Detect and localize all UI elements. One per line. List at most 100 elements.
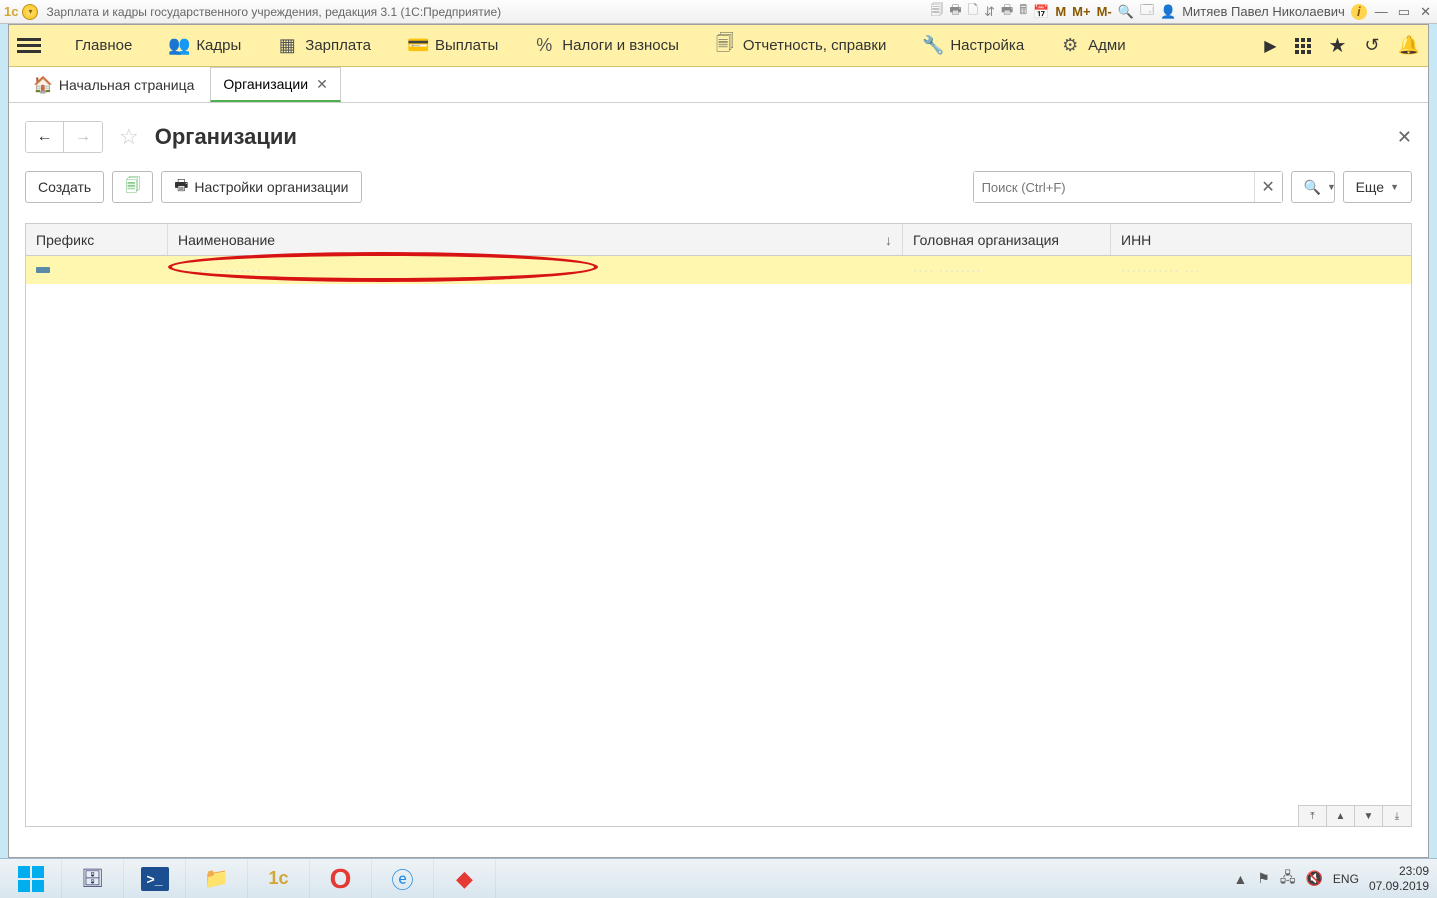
calendar-icon[interactable]: 📅 — [1033, 4, 1049, 20]
page-close-icon[interactable]: ✕ — [1397, 127, 1412, 148]
folder-icon: 📁 — [204, 866, 229, 891]
compare-icon[interactable]: ⇵ — [984, 4, 995, 20]
col-inn[interactable]: ИНН — [1111, 224, 1411, 255]
home-icon: 🏠 — [33, 75, 53, 95]
sort-indicator-icon: ↓ — [885, 232, 892, 248]
nav-taxes-label: Налоги и взносы — [562, 37, 679, 54]
col-head-org[interactable]: Головная организация — [903, 224, 1111, 255]
tray-time: 23:09 — [1369, 864, 1429, 878]
col-prefix[interactable]: Префикс — [26, 224, 168, 255]
back-button[interactable]: ← — [26, 122, 64, 152]
col-name-label: Наименование — [178, 232, 275, 248]
hamburger-menu-icon[interactable] — [17, 34, 41, 58]
tray-chevron-icon[interactable]: ▲ — [1233, 871, 1247, 887]
user-icon: 👤 — [1160, 4, 1176, 20]
people-icon: 👥 — [168, 35, 188, 56]
advanced-search-button[interactable]: 🔍 ▼ — [1291, 171, 1335, 203]
clipboard-icon[interactable]: 🗔 — [1140, 1, 1154, 23]
forward-button[interactable]: → — [64, 122, 102, 152]
windows-logo-icon — [18, 866, 44, 892]
search-clear-icon[interactable]: ✕ — [1254, 172, 1282, 202]
create-button[interactable]: Создать — [25, 171, 104, 203]
taskbar-explorer[interactable]: 📁 — [186, 859, 248, 898]
tray-sound-icon[interactable]: 🔇 — [1305, 870, 1322, 887]
memory-m-button[interactable]: M — [1055, 4, 1066, 19]
more-label: Еще — [1356, 179, 1385, 195]
tab-close-icon[interactable]: ✕ — [316, 76, 328, 93]
window-titlebar: 1c ▾ Зарплата и кадры государственного у… — [0, 0, 1437, 24]
print-icon[interactable]: 🖶 — [949, 1, 961, 23]
table-row[interactable]: ··· ·· ········· ···· ········ ·········… — [26, 256, 1411, 284]
tray-network-icon[interactable]: 🖧 — [1280, 867, 1296, 891]
taskbar-opera[interactable]: O — [310, 859, 372, 898]
app-frame: Главное 👥 Кадры ▦Зарплата 💳Выплаты % Налог… — [8, 24, 1429, 858]
tray-date: 07.09.2019 — [1369, 879, 1429, 893]
percent-icon: % — [534, 35, 554, 56]
close-window-button[interactable]: ✕ — [1418, 4, 1433, 20]
taskbar-ruby[interactable]: ◆ — [434, 859, 496, 898]
nav-admin-label: Адми — [1088, 37, 1125, 54]
chevron-down-icon: ▼ — [1390, 182, 1399, 192]
page-favorite-icon[interactable]: ☆ — [119, 124, 139, 150]
org-row-icon — [36, 267, 50, 273]
col-name[interactable]: Наименование ↓ — [168, 224, 903, 255]
memory-mplus-button[interactable]: M+ — [1072, 4, 1090, 19]
tray-flag-icon[interactable]: ⚑ — [1257, 870, 1270, 887]
scroll-top-button[interactable]: ⤒ — [1299, 806, 1327, 826]
search-field: ✕ — [973, 171, 1283, 203]
calculator-icon[interactable]: 🖩 — [1019, 1, 1027, 23]
minimize-button[interactable]: — — [1373, 4, 1390, 19]
tray-language[interactable]: ENG — [1333, 872, 1359, 886]
current-user[interactable]: Митяев Павел Николаевич — [1182, 4, 1345, 19]
nav-settings[interactable]: 🔧Настройка — [904, 25, 1042, 66]
maximize-button[interactable]: ▭ — [1396, 4, 1412, 20]
nav-settings-label: Настройка — [950, 37, 1024, 54]
more-button[interactable]: Еще ▼ — [1343, 171, 1412, 203]
taskbar-powershell[interactable]: >_ — [124, 859, 186, 898]
tray-clock[interactable]: 23:09 07.09.2019 — [1369, 864, 1429, 893]
app-1c-icon: 1c — [268, 868, 288, 889]
diamond-icon: ◆ — [456, 866, 473, 892]
nav-salary[interactable]: ▦Зарплата — [259, 25, 389, 66]
org-settings-button[interactable]: 🖶Настройки организации — [161, 171, 361, 203]
print-preview-icon[interactable]: 🗐 — [930, 1, 943, 23]
info-icon[interactable]: i — [1351, 4, 1367, 20]
nav-hr-label: Кадры — [196, 37, 241, 54]
apps-grid-icon[interactable] — [1295, 38, 1311, 54]
scroll-up-button[interactable]: ▲ — [1327, 806, 1355, 826]
nav-hr[interactable]: 👥 Кадры — [150, 25, 259, 66]
favorite-star-icon[interactable]: ★ — [1329, 33, 1347, 58]
windows-taskbar: 🗄 >_ 📁 1c O ⓔ ◆ ▲ ⚑ 🖧 🔇 ENG 23:09 07.09.… — [0, 858, 1437, 898]
taskbar-ie[interactable]: ⓔ — [372, 859, 434, 898]
scroll-down-button[interactable]: ▼ — [1355, 806, 1383, 826]
nav-admin[interactable]: ⚙Адми — [1042, 25, 1143, 66]
nav-payments[interactable]: 💳Выплаты — [389, 25, 516, 66]
search-input[interactable] — [974, 172, 1254, 202]
nav-taxes[interactable]: % Налоги и взносы — [516, 25, 697, 66]
nav-main[interactable]: Главное — [57, 25, 150, 66]
tab-home[interactable]: 🏠 Начальная страница — [21, 67, 206, 102]
copy-button[interactable]: 🗐 — [112, 171, 153, 203]
memory-mminus-button[interactable]: M- — [1097, 4, 1112, 19]
calc-print-icon[interactable]: 🖶 — [1001, 1, 1013, 23]
nav-reports[interactable]: 🗐Отчетность, справки — [697, 25, 904, 66]
nav-overflow-icon[interactable]: ▶ — [1264, 36, 1276, 56]
cell-inn: ··········· ··· — [1111, 256, 1411, 284]
taskbar-1c[interactable]: 1c — [248, 859, 310, 898]
cell-prefix — [26, 256, 168, 284]
copy-icon: 🗐 — [125, 175, 140, 200]
titlebar-dropdown-icon[interactable]: ▾ — [22, 4, 38, 20]
taskbar-server-manager[interactable]: 🗄 — [62, 859, 124, 898]
search-icon: 🔍 — [1304, 179, 1321, 196]
tab-organizations[interactable]: Организации ✕ — [210, 67, 340, 102]
zoom-icon[interactable]: 🔍 — [1118, 4, 1134, 20]
opera-icon: O — [330, 863, 352, 895]
scroll-bottom-button[interactable]: ⤓ — [1383, 806, 1411, 826]
list-toolbar: Создать 🗐 🖶Настройки организации ✕ 🔍 ▼ Е… — [25, 171, 1412, 203]
history-icon[interactable]: ↺ — [1364, 35, 1379, 56]
document-icon[interactable]: 🗋 — [968, 1, 978, 23]
scroll-buttons: ⤒ ▲ ▼ ⤓ — [1298, 805, 1411, 826]
bell-icon[interactable]: 🔔 — [1398, 35, 1420, 56]
start-button[interactable] — [0, 859, 62, 898]
tab-home-label: Начальная страница — [59, 77, 194, 93]
